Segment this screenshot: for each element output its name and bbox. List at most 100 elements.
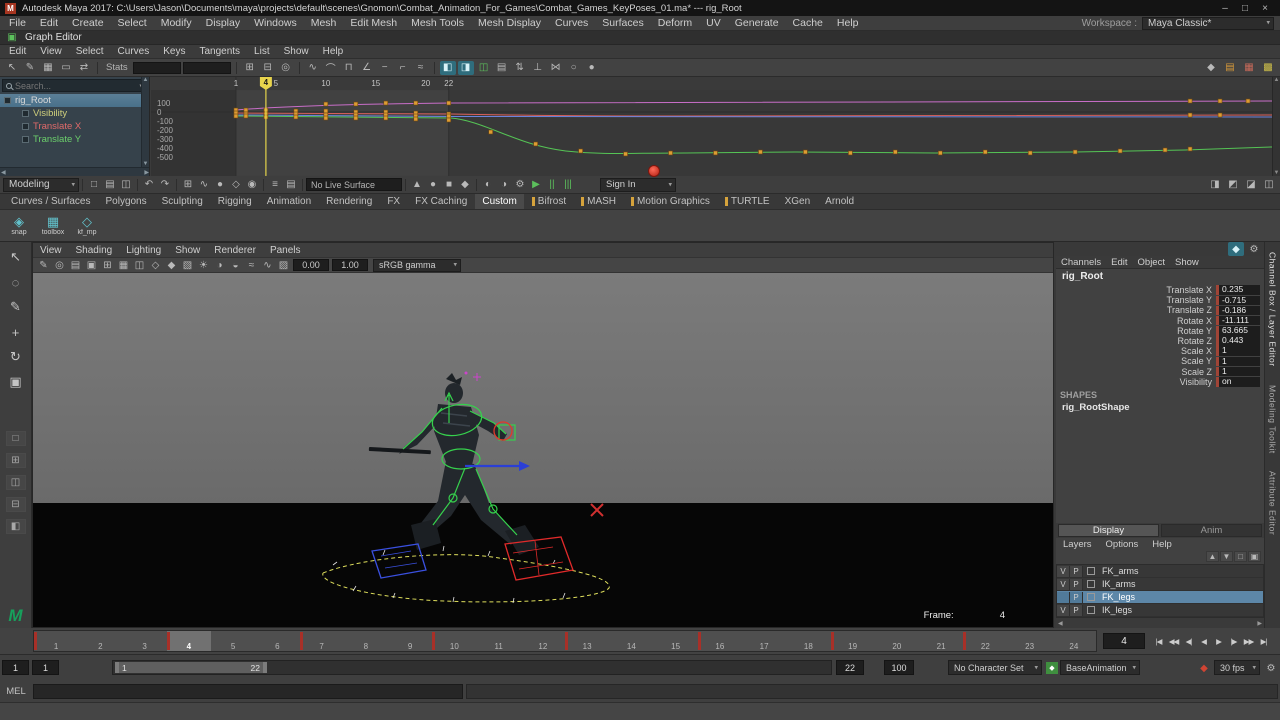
keyframe[interactable] — [324, 109, 328, 113]
free-tangent-weight-icon[interactable]: ○ — [566, 61, 582, 75]
play-backwards-button[interactable]: ◀ — [1196, 633, 1211, 649]
toggle-modeling-toolkit-icon[interactable]: ◫ — [1261, 178, 1277, 192]
select-object-icon[interactable]: ● — [425, 178, 441, 192]
channel-name[interactable]: Scale Y — [1181, 356, 1212, 366]
menu-show[interactable]: Show — [277, 46, 316, 57]
menu-panels[interactable]: Panels — [263, 245, 308, 256]
smooth-shade-icon[interactable]: ◆ — [164, 258, 179, 272]
timeline-frame-15[interactable]: 15 — [654, 631, 698, 651]
timeline-frame-18[interactable]: 18 — [786, 631, 830, 651]
layer-visibility-toggle[interactable]: V — [1057, 605, 1070, 616]
construction-history-icon[interactable]: ≡ — [267, 178, 283, 192]
keyframe[interactable] — [624, 152, 628, 156]
shelf-tab-curves-surfaces[interactable]: Curves / Surfaces — [4, 194, 97, 209]
stacked-curves-toggle-icon[interactable]: ◫ — [476, 61, 492, 75]
bookmark-icon[interactable]: ▤ — [68, 258, 83, 272]
maximize-button[interactable]: □ — [1235, 3, 1255, 14]
new-empty-layer-icon[interactable]: □ — [1234, 551, 1247, 562]
workspace-select[interactable]: Maya Classic* — [1142, 17, 1274, 30]
pin-editor-icon[interactable]: ◆ — [1203, 61, 1219, 75]
keyframe[interactable] — [1073, 150, 1077, 154]
snap-to-plane-icon[interactable]: ◇ — [228, 178, 244, 192]
shelf-tab-animation[interactable]: Animation — [260, 194, 318, 209]
keyframe[interactable] — [244, 114, 248, 118]
oversampling-icon[interactable]: ▦ — [116, 258, 131, 272]
workspace-gear-icon[interactable]: ⚙ — [1246, 242, 1262, 256]
layout-grid-red-icon[interactable]: ▦ — [1241, 61, 1257, 75]
timeline-frame-16[interactable]: 16 — [698, 631, 742, 651]
keyframe[interactable] — [1188, 147, 1192, 151]
shelf-tab-rendering[interactable]: Rendering — [319, 194, 379, 209]
outliner-item-translate-x[interactable]: Translate X — [0, 120, 149, 133]
timeline-frame-11[interactable]: 11 — [477, 631, 521, 651]
channel-value-field[interactable]: on — [1216, 377, 1260, 387]
frame-playback-range-icon[interactable]: ⊟ — [260, 61, 276, 75]
keyframe[interactable] — [938, 151, 942, 155]
shelf-tab-custom[interactable]: Custom — [475, 194, 523, 209]
layer-name[interactable]: FK_legs — [1099, 592, 1135, 602]
menu-options[interactable]: Options — [1099, 539, 1146, 550]
shelf-item-toolbox[interactable]: ▦toolbox — [38, 211, 68, 241]
keyframe[interactable] — [294, 115, 298, 119]
layout-grid-yellow-icon[interactable]: ▩ — [1260, 61, 1276, 75]
outliner-horizontal-scrollbar[interactable]: ◀▶ — [0, 167, 150, 176]
keyframe[interactable] — [354, 116, 358, 120]
menu-deform[interactable]: Deform — [651, 17, 699, 29]
channel-name[interactable]: Translate Z — [1167, 305, 1212, 315]
exposure-field[interactable]: 0.00 — [293, 259, 329, 271]
shelf-tab-mash[interactable]: MASH — [574, 194, 623, 209]
menu-lighting[interactable]: Lighting — [119, 245, 168, 256]
menu-create[interactable]: Create — [65, 17, 111, 29]
lattice-deform-keys-icon[interactable]: ▦ — [40, 61, 56, 75]
menu-curves[interactable]: Curves — [548, 17, 595, 29]
layer-visibility-toggle[interactable] — [1057, 592, 1070, 603]
menu-mesh-tools[interactable]: Mesh Tools — [404, 17, 471, 29]
keyframe[interactable] — [447, 101, 451, 105]
side-by-side-layout-button[interactable]: ◫ — [6, 475, 26, 490]
keyframe[interactable] — [1163, 148, 1167, 152]
keyframe[interactable] — [244, 108, 248, 112]
keyframe[interactable] — [234, 114, 238, 118]
break-tangents-icon[interactable]: ⊥ — [530, 61, 546, 75]
camera-lock-icon[interactable]: ◎ — [52, 258, 67, 272]
stacked-layout-button[interactable]: ⊟ — [6, 497, 26, 512]
keyframe[interactable] — [324, 102, 328, 106]
menu-list[interactable]: List — [247, 46, 277, 57]
menu-uv[interactable]: UV — [699, 17, 728, 29]
animation-preferences-icon[interactable]: ⚙ — [1263, 661, 1279, 675]
selected-node-name[interactable]: rig_Root — [1056, 269, 1264, 283]
outliner-layout-button[interactable]: ◧ — [6, 519, 26, 534]
graph-area[interactable]: 1000-100-200-300-400-50015101520224 — [151, 77, 1272, 176]
outliner-item-visibility[interactable]: Visibility — [0, 107, 149, 120]
channel-value-field[interactable]: -0.186 — [1216, 306, 1260, 316]
lock-tangent-weight-icon[interactable]: ● — [584, 61, 600, 75]
gamma-field[interactable]: 1.00 — [332, 259, 368, 271]
shelf-tab-motion-graphics[interactable]: Motion Graphics — [624, 194, 717, 209]
timeline-frame-7[interactable]: 7 — [300, 631, 344, 651]
layer-row-ik-arms[interactable]: VPIK_arms — [1057, 578, 1263, 591]
select-tool[interactable]: ↖ — [5, 248, 27, 266]
playblast-icon[interactable]: ▶ — [528, 178, 544, 192]
move-layer-up-icon[interactable]: ▲ — [1206, 551, 1219, 562]
ipr-render-icon[interactable]: ◑ — [496, 178, 512, 192]
shelf-tab-arnold[interactable]: Arnold — [818, 194, 861, 209]
pause-icon[interactable]: || — [544, 178, 560, 192]
menu-view[interactable]: View — [33, 245, 69, 256]
layer-playback-toggle[interactable]: P — [1070, 579, 1083, 590]
layer-visibility-toggle[interactable]: V — [1057, 579, 1070, 590]
channel-name[interactable]: Translate X — [1166, 285, 1212, 295]
menu-edit[interactable]: Edit — [33, 17, 65, 29]
keyframe[interactable] — [1188, 99, 1192, 103]
keyframe[interactable] — [489, 130, 493, 134]
layer-playback-toggle[interactable]: P — [1070, 566, 1083, 577]
grease-pencil-icon[interactable]: ✎ — [36, 258, 51, 272]
textured-mode-icon[interactable]: ▧ — [180, 258, 195, 272]
channel-value-field[interactable]: 0.443 — [1216, 336, 1260, 346]
insert-keys-tool-icon[interactable]: ✎ — [22, 61, 38, 75]
timeline-frame-5[interactable]: 5 — [211, 631, 255, 651]
layer-color-swatch[interactable] — [1083, 567, 1099, 575]
layer-playback-toggle[interactable]: P — [1070, 605, 1083, 616]
ambient-occlusion-icon[interactable]: ◒ — [228, 258, 243, 272]
outliner-vertical-scrollbar[interactable]: ▲▼ — [141, 77, 149, 167]
region-keys-tool-icon[interactable]: ▭ — [58, 61, 74, 75]
